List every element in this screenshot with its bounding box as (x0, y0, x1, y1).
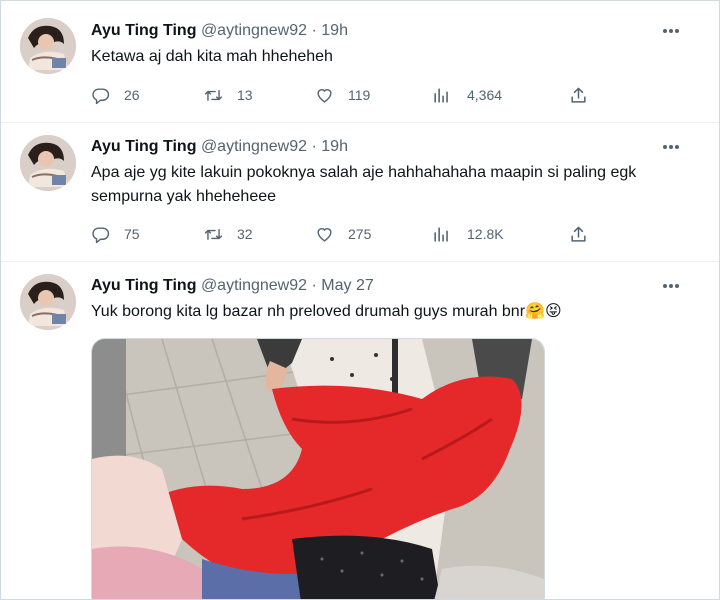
views-icon (434, 87, 448, 103)
views-button[interactable]: 12.8K (432, 223, 504, 245)
share-button[interactable] (569, 223, 602, 245)
views-button[interactable]: 4,364 (432, 84, 502, 106)
like-button[interactable]: 275 (315, 223, 371, 245)
tweet-header: Ayu Ting Ting @aytingnew92 · May 27 (91, 276, 374, 296)
reply-count: 75 (124, 226, 140, 242)
reply-count: 26 (124, 87, 140, 103)
retweet-button[interactable]: 32 (204, 223, 253, 245)
reply-button[interactable]: 75 (91, 223, 140, 245)
views-count: 4,364 (467, 87, 503, 103)
tweet-text: Apa aje yg kite lakuin pokoknya salah aj… (91, 164, 637, 205)
tweet[interactable]: Ayu Ting Ting @aytingnew92 · 19h Apa aje… (1, 122, 719, 262)
more-horizontal-icon[interactable] (661, 276, 681, 296)
tweet[interactable]: Ayu Ting Ting @aytingnew92 · 19h Ketawa … (1, 1, 719, 123)
share-icon (571, 226, 586, 242)
heart-icon (317, 88, 332, 103)
views-count: 12.8K (467, 226, 504, 242)
avatar[interactable] (20, 18, 76, 74)
tweet-text: Yuk borong kita lg bazar nh preloved dru… (91, 300, 679, 324)
avatar[interactable] (20, 274, 76, 330)
handle[interactable]: @aytingnew92 (201, 277, 307, 294)
display-name[interactable]: Ayu Ting Ting (91, 277, 196, 294)
retweet-button[interactable]: 13 (204, 84, 253, 106)
separator: · (311, 277, 317, 294)
emoji: 🤗😝 (525, 303, 562, 320)
tweet-actions: 26 13 119 4,364 (91, 84, 591, 106)
reply-button[interactable]: 26 (91, 84, 140, 106)
retweet-count: 32 (237, 226, 253, 242)
tweet[interactable]: Ayu Ting Ting @aytingnew92 · May 27 Yuk … (1, 261, 719, 599)
tweet-header: Ayu Ting Ting @aytingnew92 · 19h (91, 21, 348, 41)
like-button[interactable]: 119 (315, 84, 370, 106)
tweet-text-body: Yuk borong kita lg bazar nh preloved dru… (91, 303, 526, 320)
avatar[interactable] (20, 135, 76, 191)
heart-icon (317, 227, 332, 242)
tweet-photo[interactable] (91, 338, 545, 599)
handle[interactable]: @aytingnew92 (201, 138, 307, 155)
tweet-text: Ketawa aj dah kita mah hheheheh (91, 48, 333, 65)
display-name[interactable]: Ayu Ting Ting (91, 138, 196, 155)
share-button[interactable] (569, 84, 602, 106)
timestamp[interactable]: 19h (321, 138, 348, 155)
reply-icon (92, 226, 110, 243)
tweet-actions: 75 32 275 12.8K (91, 223, 591, 245)
timeline: Ayu Ting Ting @aytingnew92 · 19h Ketawa … (0, 0, 720, 600)
tweet-header: Ayu Ting Ting @aytingnew92 · 19h (91, 137, 348, 157)
retweet-icon (204, 89, 223, 101)
like-count: 119 (348, 87, 371, 103)
separator: · (311, 138, 317, 155)
retweet-icon (204, 228, 223, 240)
reply-icon (92, 87, 110, 104)
more-horizontal-icon[interactable] (661, 21, 681, 41)
timestamp[interactable]: 19h (321, 22, 348, 39)
timestamp[interactable]: May 27 (321, 277, 373, 294)
more-horizontal-icon[interactable] (661, 137, 681, 157)
retweet-count: 13 (237, 87, 253, 103)
display-name[interactable]: Ayu Ting Ting (91, 22, 196, 39)
handle[interactable]: @aytingnew92 (201, 22, 307, 39)
separator: · (311, 22, 317, 39)
views-icon (434, 226, 448, 242)
share-icon (571, 87, 586, 103)
like-count: 275 (348, 226, 372, 242)
